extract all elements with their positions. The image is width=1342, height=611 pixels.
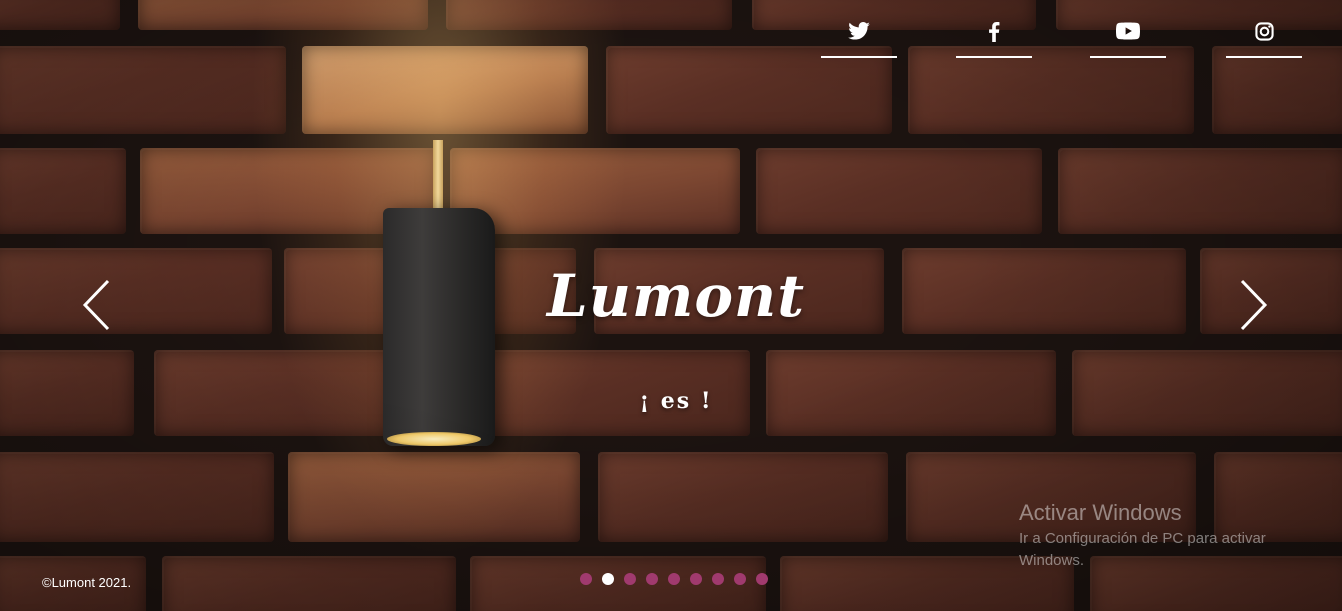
copyright-text: ©Lumont 2021. <box>42 575 132 590</box>
carousel-dot[interactable] <box>646 573 658 585</box>
twitter-icon <box>848 22 870 40</box>
lamp-stem <box>433 140 443 212</box>
lamp-light <box>387 432 481 446</box>
facebook-icon <box>988 22 1000 42</box>
instagram-link[interactable] <box>1226 22 1302 58</box>
carousel-dot[interactable] <box>690 573 702 585</box>
instagram-icon <box>1254 22 1274 41</box>
twitter-link[interactable] <box>821 22 897 58</box>
carousel-dot[interactable] <box>580 573 592 585</box>
youtube-link[interactable] <box>1090 22 1166 58</box>
youtube-icon <box>1116 22 1140 40</box>
carousel-dot[interactable] <box>756 573 768 585</box>
carousel-dot[interactable] <box>734 573 746 585</box>
carousel-dot[interactable] <box>712 573 724 585</box>
facebook-link[interactable] <box>956 22 1032 58</box>
carousel-dot[interactable] <box>602 573 614 585</box>
social-links <box>0 22 1342 62</box>
windows-activation-watermark: Activar Windows Ir a Configuración de PC… <box>1019 500 1319 572</box>
watermark-subtitle: Ir a Configuración de PC para activar Wi… <box>1019 530 1266 569</box>
watermark-title: Activar Windows <box>1019 500 1182 525</box>
carousel-dot[interactable] <box>668 573 680 585</box>
brand-title: Lumont <box>547 262 805 330</box>
brand-subtitle: ¡ es ! <box>639 388 713 414</box>
carousel-dot[interactable] <box>624 573 636 585</box>
carousel-indicators <box>580 573 768 585</box>
